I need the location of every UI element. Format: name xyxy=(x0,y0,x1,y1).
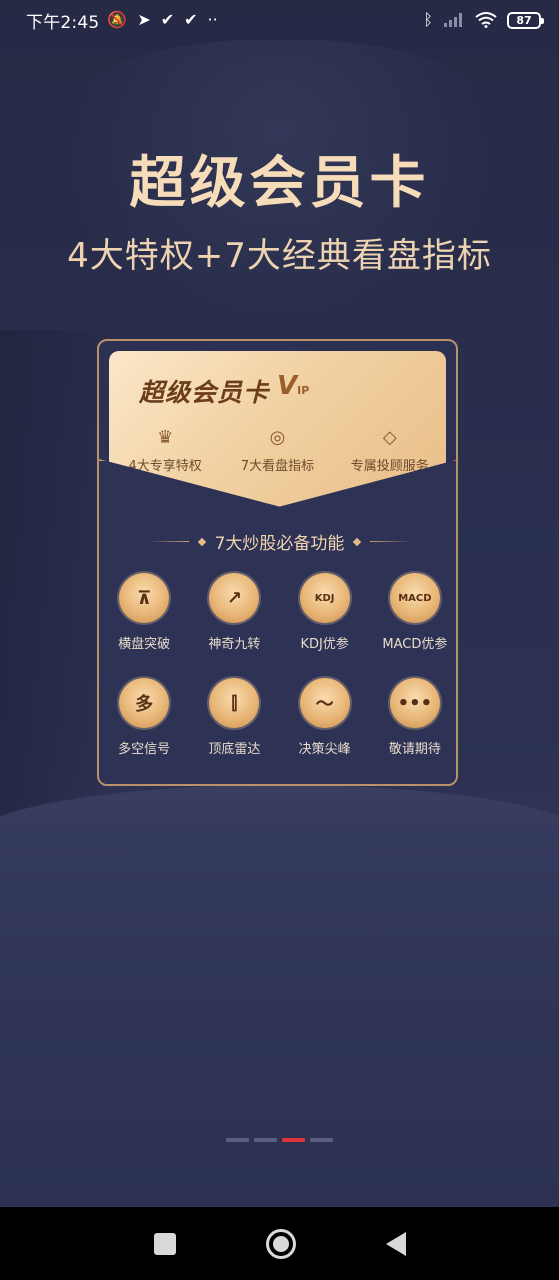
page-dot-active[interactable] xyxy=(282,1138,305,1142)
feature-label: MACD优参 xyxy=(382,637,448,652)
gauge-icon: ◎ xyxy=(269,427,286,448)
feature-label: 敬请期待 xyxy=(388,742,441,757)
feature-item-more[interactable]: ••• 敬请期待 xyxy=(370,678,456,757)
page-subtitle: 4大特权+7大经典看盘指标 xyxy=(67,236,492,276)
feature-label: 横盘突破 xyxy=(118,637,171,652)
feature-item-duokong[interactable]: 多 多空信号 xyxy=(99,678,189,757)
more-dots-icon: ·· xyxy=(207,10,218,29)
macd-cloud-icon: MACD xyxy=(389,573,440,623)
battery-icon: 87 xyxy=(507,11,544,29)
crown-icon: ♛ xyxy=(157,427,174,448)
vip-badge: VIP xyxy=(277,371,309,401)
page-dot[interactable] xyxy=(310,1138,333,1142)
diamond-dot-icon xyxy=(197,537,206,546)
diamond-icon: ◇ xyxy=(382,427,397,448)
check-icon: ✔ xyxy=(184,10,198,29)
back-button[interactable] xyxy=(385,1231,406,1256)
feature-card: 超级会员卡 VIP ♛ 4大专享特权 ◎ 7大看盘指标 ◇ 专属投顾服务 7大炒… xyxy=(97,339,458,786)
system-nav-bar xyxy=(0,1207,559,1280)
magic-trend-icon: ↗ xyxy=(209,573,260,623)
home-button[interactable] xyxy=(265,1228,296,1259)
feature-label: 顶底雷达 xyxy=(208,742,261,757)
feature-item-juece[interactable]: 〜 决策尖峰 xyxy=(280,678,370,757)
vip-feature-item: ◇ 专属投顾服务 xyxy=(335,427,445,474)
diamond-dot-icon xyxy=(353,537,362,546)
feature-item-hengpan[interactable]: ⊼ 横盘突破 xyxy=(99,573,189,652)
candlestick-radar-icon: ⫿ xyxy=(209,678,260,728)
stage-floor xyxy=(0,830,559,1207)
vip-feature-label: 7大看盘指标 xyxy=(240,459,315,474)
vip-badge-suffix: IP xyxy=(297,384,310,397)
wifi-icon xyxy=(475,12,497,28)
page-dot[interactable] xyxy=(254,1138,277,1142)
status-bar: 下午2:45 🔕 ➤ ✔ ✔ ·· ᛒ 87 xyxy=(0,0,559,40)
check-icon: ✔ xyxy=(160,10,175,29)
feature-label: 神奇九转 xyxy=(208,637,261,652)
feature-item-kdj[interactable]: KDJ KDJ优参 xyxy=(280,573,370,652)
section-heading: 7大炒股必备功能 xyxy=(99,529,456,554)
status-time: 下午2:45 xyxy=(26,12,100,33)
feature-grid: ⊼ 横盘突破 ↗ 神奇九转 KDJ KDJ优参 MACD MACD优参 多 多空… xyxy=(99,573,456,757)
feature-label: KDJ优参 xyxy=(300,637,349,652)
pulse-peak-icon: 〜 xyxy=(299,678,350,728)
page-indicator xyxy=(226,1138,333,1142)
vip-card-title: 超级会员卡 xyxy=(139,378,270,407)
vip-feature-item: ◎ 7大看盘指标 xyxy=(222,427,332,474)
feature-label: 多空信号 xyxy=(118,742,171,757)
presentation-chart-icon: ⊼ xyxy=(119,573,170,623)
section-title: 7大炒股必备功能 xyxy=(214,534,345,554)
feature-label: 决策尖峰 xyxy=(298,742,351,757)
kdj-cloud-icon: KDJ xyxy=(299,573,350,623)
more-dots-icon: ••• xyxy=(389,678,440,728)
divider xyxy=(370,541,413,542)
vip-badge-letter: V xyxy=(277,371,298,401)
divider xyxy=(146,541,189,542)
signal-icon xyxy=(444,13,462,27)
bluetooth-icon: ᛒ xyxy=(423,10,433,29)
feature-item-dingdi[interactable]: ⫿ 顶底雷达 xyxy=(189,678,279,757)
telegram-icon: ➤ xyxy=(137,10,151,29)
vip-feature-list: ♛ 4大专享特权 ◎ 7大看盘指标 ◇ 专属投顾服务 xyxy=(109,427,446,474)
feature-item-macd[interactable]: MACD MACD优参 xyxy=(370,573,456,652)
feature-item-shenqi[interactable]: ↗ 神奇九转 xyxy=(189,573,279,652)
recent-apps-button[interactable] xyxy=(153,1232,176,1255)
mute-bell-icon: 🔕 xyxy=(107,10,128,29)
page-title: 超级会员卡 xyxy=(129,151,430,216)
page-dot[interactable] xyxy=(226,1138,249,1142)
long-short-signal-icon: 多 xyxy=(119,678,170,728)
battery-level: 87 xyxy=(516,13,532,27)
